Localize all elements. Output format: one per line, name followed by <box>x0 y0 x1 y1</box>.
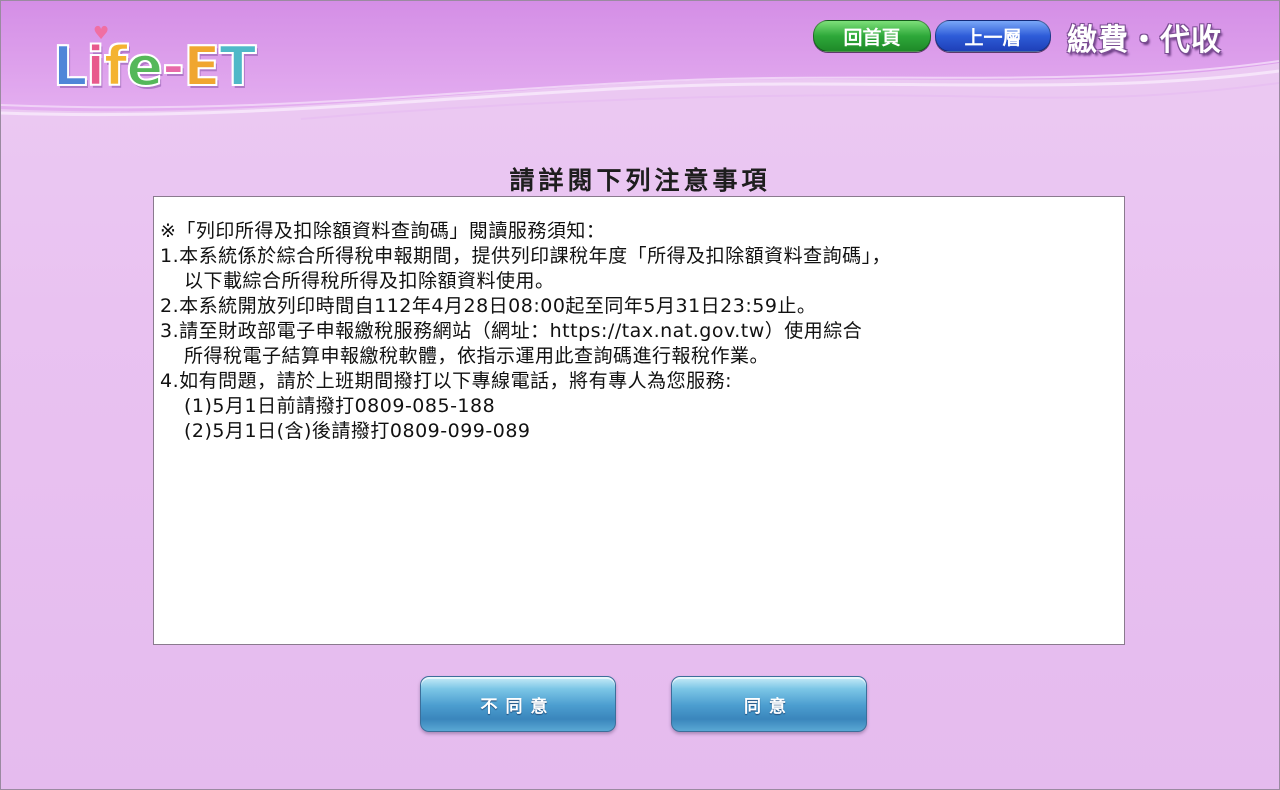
agree-button[interactable]: 同意 <box>671 676 867 732</box>
notice-line: (2)5月1日(含)後請撥打0809-099-089 <box>184 420 531 442</box>
life-et-logo: Life-ET <box>52 34 257 99</box>
notice-panel: ※「列印所得及扣除額資料查詢碼」閱讀服務須知： 1.本系統係於綜合所得稅申報期間，… <box>153 196 1125 645</box>
back-button[interactable]: 上一層 <box>935 20 1051 52</box>
notice-line: 2.本系統開放列印時間自112年4月28日08:00起至同年5月31日23:59… <box>160 295 817 317</box>
notice-line: 1.本系統係於綜合所得稅申報期間，提供列印課稅年度「所得及扣除額資料查詢碼」， <box>160 245 892 267</box>
notice-line: 4.如有問題，請於上班期間撥打以下專線電話，將有專人為您服務: <box>160 370 733 392</box>
notice-line: ※「列印所得及扣除額資料查詢碼」閱讀服務須知： <box>160 220 606 242</box>
notice-line: 所得稅電子結算申報繳稅軟體，依指示運用此查詢碼進行報稅作業。 <box>184 345 770 367</box>
home-button[interactable]: 回首頁 <box>813 20 931 52</box>
disagree-button[interactable]: 不同意 <box>420 676 616 732</box>
notice-line: 3.請至財政部電子申報繳稅服務網站（網址：https://tax.nat.gov… <box>160 320 863 342</box>
notice-line: (1)5月1日前請撥打0809-085-188 <box>184 395 496 417</box>
notice-line: 以下載綜合所得稅所得及扣除額資料使用。 <box>184 270 555 292</box>
section-title: 繳費・代收 <box>1067 23 1222 58</box>
kiosk-screen: ♥ Life-ET 回首頁 上一層 繳費・代收 請詳閱下列注意事項 ※「列印所得… <box>0 0 1280 790</box>
page-heading: 請詳閱下列注意事項 <box>509 166 771 195</box>
